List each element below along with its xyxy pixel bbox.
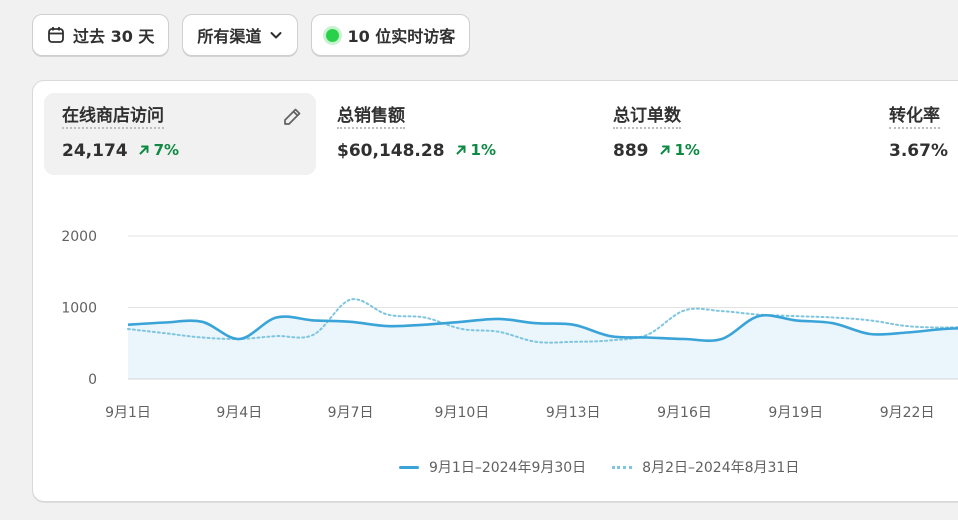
metric-conversion-rate[interactable]: 转化率 3.67% (871, 93, 958, 175)
metric-store-visits[interactable]: 在线商店访问 24,174 7% (44, 93, 316, 175)
arrow-up-right-icon (139, 145, 149, 155)
y-tick-label: 2000 (61, 229, 97, 245)
y-tick-label: 1000 (61, 301, 97, 317)
metric-total-orders[interactable]: 总订单数 889 1% (595, 93, 845, 175)
live-visitors-button[interactable]: 10 位实时访客 (311, 14, 471, 56)
y-tick-label: 0 (88, 372, 97, 388)
calendar-icon (47, 26, 65, 44)
metric-value: 889 (613, 141, 649, 161)
metric-label: 转化率 (889, 101, 940, 129)
arrow-up-right-icon (456, 145, 466, 155)
legend-label: 8月2日–2024年8月31日 (642, 460, 800, 476)
legend-label: 9月1日–2024年9月30日 (429, 460, 587, 476)
date-range-label: 过去 30 天 (73, 27, 155, 46)
metric-delta-value: 1% (674, 141, 700, 159)
chevron-down-icon (269, 28, 283, 42)
legend-dotted-line-icon (612, 465, 633, 469)
legend-item-current[interactable]: 9月1日–2024年9月30日 (399, 457, 586, 477)
channel-select-button[interactable]: 所有渠道 (182, 14, 299, 56)
channel-label: 所有渠道 (197, 27, 262, 46)
pencil-icon (282, 108, 302, 131)
metric-label: 总销售额 (337, 101, 405, 129)
legend-solid-line-icon (399, 465, 419, 469)
x-tick-label: 9月16日 (657, 405, 712, 421)
x-tick-label: 9月1日 (105, 405, 151, 421)
metric-delta: 7% (138, 141, 179, 159)
analytics-card: 在线商店访问 24,174 7% 总销售额 $60,148.28 1% 总订单数 (32, 80, 958, 502)
metric-delta-value: 7% (153, 141, 180, 159)
metric-delta-value: 1% (470, 141, 497, 159)
x-tick-label: 9月13日 (546, 405, 601, 421)
metric-delta: 1% (455, 141, 496, 159)
x-tick-label: 9月4日 (216, 405, 262, 421)
metric-label: 总订单数 (613, 101, 681, 129)
series-current-area (128, 315, 958, 379)
edit-metric-button[interactable] (282, 107, 302, 131)
metric-value: 24,174 (62, 141, 128, 161)
chart-legend: 9月1日–2024年9月30日 8月2日–2024年8月31日 (399, 457, 799, 477)
date-range-button[interactable]: 过去 30 天 (32, 14, 170, 56)
metric-value: 3.67% (889, 141, 948, 161)
x-tick-label: 9月10日 (435, 405, 490, 421)
metric-value: $60,148.28 (337, 141, 445, 161)
live-status-dot-icon (326, 28, 340, 42)
live-visitors-label: 10 位实时访客 (347, 27, 456, 46)
arrow-up-right-icon (660, 145, 669, 155)
metric-total-sales[interactable]: 总销售额 $60,148.28 1% (319, 93, 579, 175)
metric-label: 在线商店访问 (62, 101, 164, 129)
x-tick-label: 9月7日 (328, 405, 374, 421)
legend-item-previous[interactable]: 8月2日–2024年8月31日 (612, 457, 799, 477)
x-tick-label: 9月19日 (768, 405, 823, 421)
visits-line-chart: 2000 1000 0 9月1日 9月4日 9月7日 9月10日 9月13日 9月16日 9月19… (61, 229, 958, 421)
metric-delta: 1% (659, 141, 700, 159)
x-tick-label: 9月22日 (880, 405, 935, 421)
toolbar: 过去 30 天 所有渠道 10 位实时访客 (32, 14, 471, 56)
